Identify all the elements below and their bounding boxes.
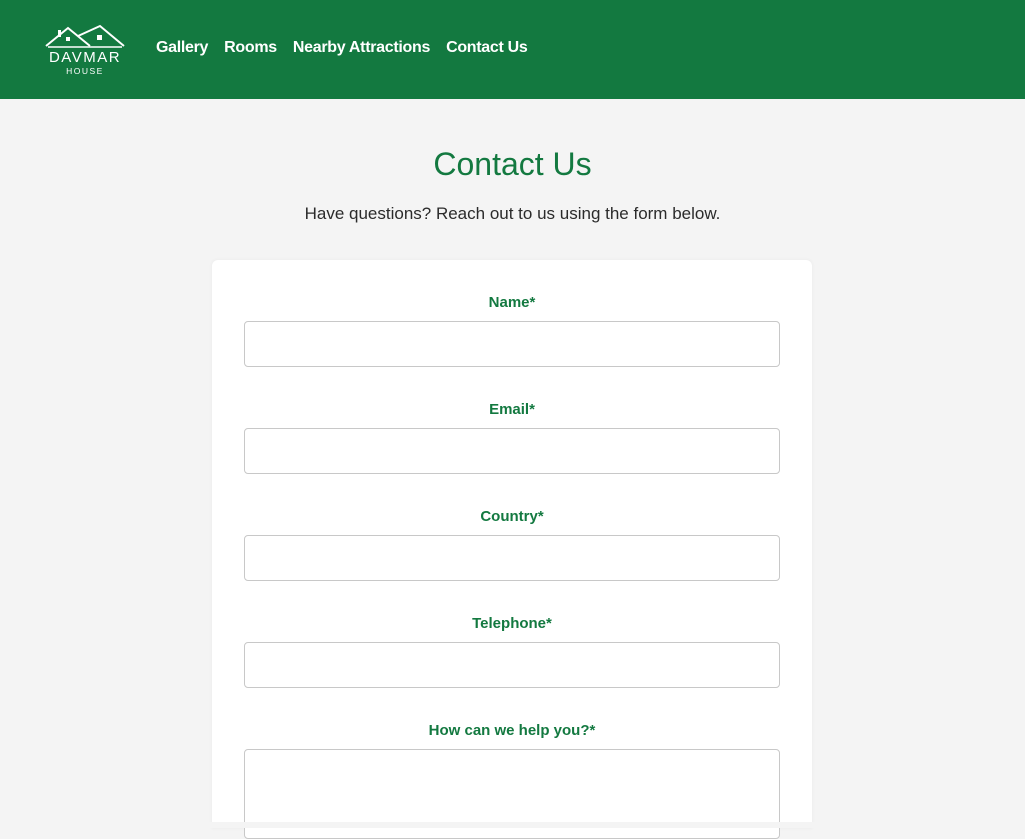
logo-text-main: DAVMAR bbox=[48, 49, 122, 66]
logo-text-sub: HOUSE bbox=[66, 66, 104, 76]
page-bottom-edge bbox=[0, 822, 1025, 828]
telephone-label: Telephone* bbox=[472, 615, 552, 632]
nav-link-nearby-attractions[interactable]: Nearby Attractions bbox=[293, 39, 430, 57]
email-input[interactable] bbox=[244, 428, 780, 474]
contact-form: Name* Email* Country* Telephone* How can… bbox=[212, 260, 812, 839]
country-label: Country* bbox=[480, 508, 544, 525]
name-label: Name* bbox=[488, 294, 536, 311]
country-input[interactable] bbox=[244, 535, 780, 581]
page-title: Contact Us bbox=[433, 146, 592, 182]
site-logo[interactable]: DAVMAR HOUSE bbox=[44, 24, 126, 80]
site-header: DAVMAR HOUSE Gallery Rooms Nearby Attrac… bbox=[0, 0, 1025, 99]
name-input[interactable] bbox=[244, 321, 780, 367]
telephone-input[interactable] bbox=[244, 642, 780, 688]
page-subtitle: Have questions? Reach out to us using th… bbox=[304, 204, 721, 223]
house-roof-icon bbox=[45, 24, 125, 48]
main-nav: Gallery Rooms Nearby Attractions Contact… bbox=[156, 39, 528, 57]
nav-link-gallery[interactable]: Gallery bbox=[156, 39, 208, 57]
email-label: Email* bbox=[489, 401, 535, 418]
nav-link-rooms[interactable]: Rooms bbox=[224, 39, 277, 57]
nav-link-contact-us[interactable]: Contact Us bbox=[446, 39, 528, 57]
message-label: How can we help you?* bbox=[428, 722, 596, 739]
